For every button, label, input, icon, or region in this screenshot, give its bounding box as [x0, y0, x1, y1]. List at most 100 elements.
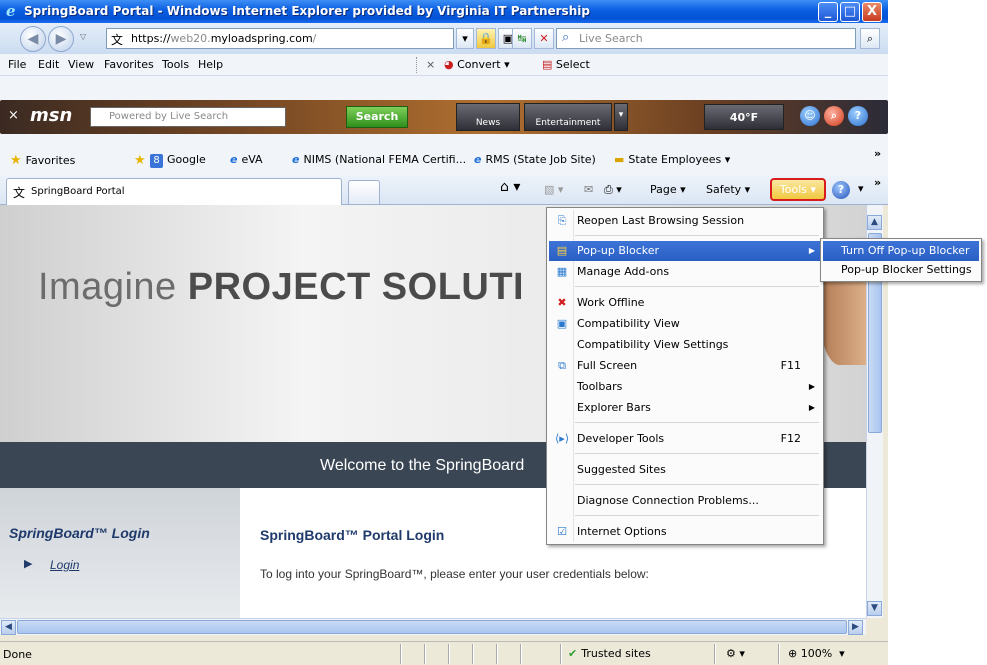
msn-search-button[interactable]: Search — [346, 106, 408, 128]
select-button[interactable]: ▤ Select — [542, 58, 590, 71]
forward-arrow-icon: ▶ — [55, 31, 67, 47]
back-button[interactable]: ◀ — [20, 26, 46, 52]
weather-temperature[interactable]: 40°F — [704, 104, 784, 130]
login-sidebar: SpringBoard™ Login ▶ Login — [0, 488, 240, 618]
pdf-convert-icon: ◕ — [444, 58, 454, 71]
msn-news-button[interactable]: News — [456, 103, 520, 131]
menu-item-developer-tools[interactable]: ⟨▸⟩ Developer Tools F12 — [549, 429, 821, 449]
addons-icon: ▦ — [556, 265, 568, 278]
tab-springboard-portal[interactable]: ⽂ SpringBoard Portal — [6, 178, 342, 205]
folder-icon: ▬ — [614, 153, 625, 166]
menu-edit[interactable]: Edit — [38, 58, 59, 71]
help-icon[interactable]: ? — [832, 181, 850, 199]
safety-menu-button[interactable]: Safety ▾ — [706, 183, 750, 196]
offline-icon: ✖ — [557, 296, 567, 309]
msn-help-icon[interactable]: ? — [848, 106, 868, 126]
address-dropdown-button[interactable]: ▾ — [456, 28, 474, 49]
msn-messenger-icon[interactable]: ☺ — [800, 106, 820, 126]
chevron-down-icon: ▾ — [462, 32, 468, 45]
msn-search-input[interactable]: Powered by Live Search — [90, 107, 286, 127]
menu-item-reopen-session[interactable]: ⎘ Reopen Last Browsing Session — [549, 211, 821, 231]
chevron-more-icon[interactable]: » — [874, 147, 881, 160]
session-icon: ⎘ — [557, 214, 567, 227]
close-window-button[interactable]: X — [862, 2, 882, 22]
menu-item-popup-blocker[interactable]: ▤ Pop-up Blocker ▶ — [549, 241, 821, 261]
new-tab-button[interactable] — [348, 180, 380, 204]
back-arrow-icon: ◀ — [27, 31, 39, 47]
print-icon: ⎙ — [604, 183, 613, 196]
refresh-button[interactable]: ↹ — [512, 28, 532, 49]
msn-more-button[interactable]: ▾ — [614, 103, 628, 131]
stop-icon: ✕ — [539, 32, 549, 45]
help-dropdown-icon[interactable]: ▾ — [858, 182, 864, 195]
menu-favorites[interactable]: Favorites — [104, 58, 154, 71]
msn-toolbar: × msn Powered by Live Search Search News… — [0, 100, 888, 134]
search-input[interactable]: ⌕ Live Search — [556, 28, 856, 49]
select-icon: ▤ — [542, 58, 553, 71]
add-favorite-icon[interactable]: ★ — [134, 153, 150, 168]
read-mail-icon[interactable]: ✉ — [584, 183, 593, 196]
fav-eva[interactable]: e eVA — [230, 153, 263, 166]
login-instructions: To log into your SpringBoard™, please en… — [260, 567, 649, 581]
welcome-text: Welcome to the SpringBoard — [320, 457, 525, 474]
scroll-right-button[interactable]: ▶ — [848, 620, 863, 635]
convert-button[interactable]: ◕ Convert ▾ — [444, 58, 510, 71]
msn-close-icon[interactable]: × — [8, 108, 19, 123]
msn-search-icon[interactable]: ⌕ — [824, 106, 844, 126]
title-bar: e SpringBoard Portal - Windows Internet … — [0, 0, 888, 23]
maximize-button[interactable]: □ — [840, 2, 860, 22]
menu-item-explorer-bars[interactable]: Explorer Bars ▶ — [549, 398, 821, 418]
feeds-icon[interactable]: ▧ ▾ — [544, 183, 563, 196]
scroll-left-button[interactable]: ◀ — [1, 620, 16, 635]
menu-item-manage-addons[interactable]: ▦ Manage Add-ons — [549, 262, 821, 282]
menu-item-compatibility-view[interactable]: ▣ Compatibility View — [549, 314, 821, 334]
protected-mode-icon[interactable]: ⚙ ▾ — [726, 647, 745, 660]
menu-item-turn-off-popup-blocker[interactable]: Turn Off Pop-up Blocker — [823, 241, 979, 261]
menu-file[interactable]: File — [8, 58, 26, 71]
menu-item-full-screen[interactable]: ⧉ Full Screen F11 — [549, 356, 821, 376]
page-menu-button[interactable]: Page ▾ — [650, 183, 686, 196]
menu-item-compatibility-settings[interactable]: Compatibility View Settings — [549, 335, 821, 355]
address-bar[interactable]: ⽂ https://web20.myloadspring.com/ — [106, 28, 454, 49]
print-button[interactable]: ⎙ ▾ — [604, 183, 622, 197]
favorites-button[interactable]: ★ Favorites — [10, 153, 75, 168]
menu-item-work-offline[interactable]: ✖ Work Offline — [549, 293, 821, 313]
minimize-button[interactable]: _ — [818, 2, 838, 22]
scroll-up-button[interactable]: ▲ — [867, 215, 882, 230]
menu-tools[interactable]: Tools — [162, 58, 189, 71]
toolbar-close-icon[interactable]: × — [426, 58, 435, 71]
security-zone[interactable]: ✔ Trusted sites — [568, 647, 651, 660]
menu-view[interactable]: View — [68, 58, 94, 71]
options-icon: ☑ — [557, 525, 567, 538]
fav-rms[interactable]: e RMS (State Job Site) — [474, 153, 596, 166]
login-link[interactable]: Login — [50, 558, 79, 572]
fav-nims[interactable]: e NIMS (National FEMA Certifi... — [292, 153, 466, 166]
ie-page-icon: e — [474, 153, 482, 166]
recent-pages-icon[interactable]: ▽ — [80, 32, 86, 41]
status-text: Done — [3, 648, 32, 661]
menu-item-toolbars[interactable]: Toolbars ▶ — [549, 377, 821, 397]
chevron-more-icon[interactable]: » — [874, 176, 881, 189]
ie-page-icon: e — [230, 153, 238, 166]
menu-item-internet-options[interactable]: ☑ Internet Options — [549, 522, 821, 542]
msn-entertainment-button[interactable]: Entertainment — [524, 103, 612, 131]
submenu-arrow-icon: ▶ — [808, 246, 815, 255]
forward-button[interactable]: ▶ — [48, 26, 74, 52]
fav-state-employees[interactable]: ▬ State Employees ▾ — [614, 153, 730, 166]
stop-button[interactable]: ✕ — [534, 28, 554, 49]
menu-item-popup-blocker-settings[interactable]: Pop-up Blocker Settings — [823, 260, 979, 280]
fav-google[interactable]: 8 Google — [150, 153, 206, 168]
zoom-level[interactable]: ⊕ 100% ▾ — [788, 647, 845, 660]
msn-toolbar-row: × msn Powered by Live Search Search News… — [0, 76, 888, 145]
menu-item-suggested-sites[interactable]: Suggested Sites — [549, 460, 821, 480]
security-lock-button[interactable]: 🔒 — [476, 28, 496, 49]
menu-help[interactable]: Help — [198, 58, 223, 71]
home-icon[interactable]: ⌂ ▾ — [500, 179, 520, 195]
scroll-down-button[interactable]: ▼ — [867, 601, 882, 616]
search-go-button[interactable]: ⌕ — [860, 28, 880, 49]
menu-item-diagnose-connection[interactable]: Diagnose Connection Problems... — [549, 491, 821, 511]
horizontal-scrollbar[interactable]: ◀ ▶ — [0, 618, 866, 635]
tools-menu-button[interactable]: Tools ▾ — [770, 178, 826, 201]
horizontal-scroll-thumb[interactable] — [17, 620, 847, 634]
zoom-icon: ⊕ — [788, 647, 798, 660]
